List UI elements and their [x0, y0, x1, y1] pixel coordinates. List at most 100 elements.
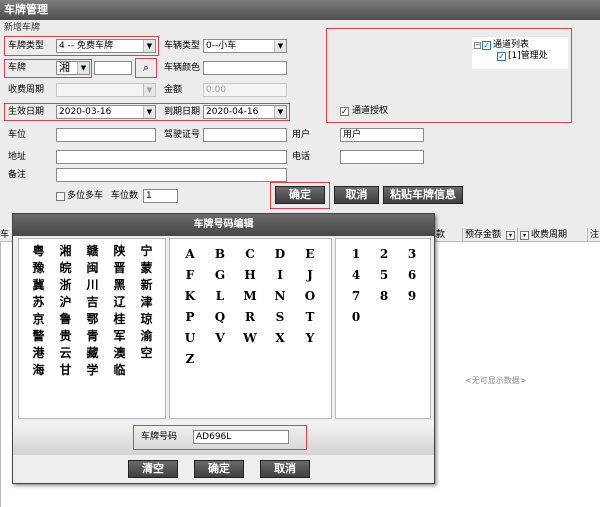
- province-key[interactable]: 晋: [106, 260, 133, 277]
- phone-input[interactable]: [340, 150, 424, 164]
- province-key[interactable]: 浙: [52, 277, 79, 294]
- province-key[interactable]: 京: [25, 311, 52, 328]
- digit-key[interactable]: 8: [370, 286, 398, 307]
- province-key[interactable]: 皖: [52, 260, 79, 277]
- digit-key[interactable]: 6: [398, 265, 426, 286]
- province-key[interactable]: 新: [133, 277, 160, 294]
- letter-key[interactable]: X: [265, 328, 295, 349]
- province-key[interactable]: 豫: [25, 260, 52, 277]
- province-key[interactable]: 贵: [52, 328, 79, 345]
- province-key[interactable]: 临: [106, 362, 133, 379]
- province-key[interactable]: 藏: [79, 345, 106, 362]
- province-key[interactable]: 青: [79, 328, 106, 345]
- province-key[interactable]: 闽: [79, 260, 106, 277]
- address-input[interactable]: [56, 150, 287, 164]
- province-key[interactable]: 渝: [133, 328, 160, 345]
- province-key[interactable]: 桂: [106, 311, 133, 328]
- province-key[interactable]: 沪: [52, 294, 79, 311]
- province-key[interactable]: 宁: [133, 243, 160, 260]
- province-key[interactable]: 云: [52, 345, 79, 362]
- vehicle-type-select[interactable]: 0--小车 ▼: [203, 39, 287, 53]
- letter-key[interactable]: H: [235, 265, 265, 286]
- letter-key[interactable]: U: [175, 328, 205, 349]
- province-key[interactable]: 津: [133, 294, 160, 311]
- digit-key[interactable]: 1: [342, 244, 370, 265]
- letter-key[interactable]: C: [235, 244, 265, 265]
- province-key[interactable]: 冀: [25, 277, 52, 294]
- letter-key[interactable]: B: [205, 244, 235, 265]
- province-key[interactable]: 吉: [79, 294, 106, 311]
- letter-key[interactable]: F: [175, 265, 205, 286]
- digit-key[interactable]: 5: [370, 265, 398, 286]
- letter-key[interactable]: D: [265, 244, 295, 265]
- letter-key[interactable]: N: [265, 286, 295, 307]
- province-key[interactable]: 蒙: [133, 260, 160, 277]
- tree-collapse-icon[interactable]: −: [474, 42, 481, 49]
- digit-key[interactable]: 4: [342, 265, 370, 286]
- letter-key[interactable]: O: [295, 286, 325, 307]
- dialog-cancel-button[interactable]: 取消: [260, 460, 310, 478]
- province-key[interactable]: 港: [25, 345, 52, 362]
- tree-child-checkbox[interactable]: ✓: [497, 52, 506, 61]
- letter-key[interactable]: K: [175, 286, 205, 307]
- filter-icon[interactable]: ▾: [520, 231, 529, 240]
- letter-key[interactable]: M: [235, 286, 265, 307]
- province-key[interactable]: 学: [79, 362, 106, 379]
- province-key[interactable]: 警: [25, 328, 52, 345]
- letter-key[interactable]: P: [175, 307, 205, 328]
- plate-type-select[interactable]: 4 -- 免费车牌 ▼: [56, 39, 156, 53]
- space-input[interactable]: [56, 128, 156, 142]
- province-key[interactable]: 苏: [25, 294, 52, 311]
- province-key[interactable]: 海: [25, 362, 52, 379]
- province-key[interactable]: 鄂: [79, 311, 106, 328]
- digit-key[interactable]: 7: [342, 286, 370, 307]
- confirm-button[interactable]: 确定: [275, 186, 325, 204]
- letter-key[interactable]: T: [295, 307, 325, 328]
- province-key[interactable]: 辽: [106, 294, 133, 311]
- letter-key[interactable]: I: [265, 265, 295, 286]
- province-key[interactable]: 陕: [106, 243, 133, 260]
- letter-key[interactable]: Y: [295, 328, 325, 349]
- multi-space-checkbox[interactable]: [56, 192, 65, 201]
- letter-key[interactable]: J: [295, 265, 325, 286]
- license-input[interactable]: [203, 128, 287, 142]
- dialog-clear-button[interactable]: 清空: [128, 460, 178, 478]
- letter-key[interactable]: A: [175, 244, 205, 265]
- plate-value-input[interactable]: AD696L: [193, 430, 289, 444]
- filter-icon[interactable]: ▾: [506, 231, 515, 240]
- amount-input[interactable]: 0.00: [203, 83, 287, 97]
- vehicle-color-input[interactable]: [203, 61, 287, 75]
- digit-key[interactable]: 0: [342, 307, 370, 328]
- binoculars-icon[interactable]: ⌕: [138, 61, 154, 75]
- province-key[interactable]: 鲁: [52, 311, 79, 328]
- province-key[interactable]: 赣: [79, 243, 106, 260]
- province-key[interactable]: 琼: [133, 311, 160, 328]
- province-key[interactable]: 湘: [52, 243, 79, 260]
- province-key[interactable]: 黑: [106, 277, 133, 294]
- province-key[interactable]: 空: [133, 345, 160, 362]
- letter-key[interactable]: Q: [205, 307, 235, 328]
- province-key[interactable]: 甘: [52, 362, 79, 379]
- space-count-input[interactable]: 1: [143, 189, 178, 203]
- digit-key[interactable]: 9: [398, 286, 426, 307]
- letter-key[interactable]: S: [265, 307, 295, 328]
- user-input[interactable]: 用户: [340, 128, 424, 142]
- letter-key[interactable]: W: [235, 328, 265, 349]
- grid-col-note[interactable]: 注: [587, 228, 600, 242]
- start-date-picker[interactable]: 2020-03-16 ▼: [56, 105, 156, 119]
- letter-key[interactable]: V: [205, 328, 235, 349]
- letter-key[interactable]: E: [295, 244, 325, 265]
- letter-key[interactable]: R: [235, 307, 265, 328]
- province-key[interactable]: 粤: [25, 243, 52, 260]
- plate-number-input[interactable]: [94, 61, 132, 75]
- cancel-button[interactable]: 取消: [334, 186, 379, 204]
- letter-key[interactable]: G: [205, 265, 235, 286]
- province-key[interactable]: 军: [106, 328, 133, 345]
- remark-input[interactable]: [56, 168, 287, 182]
- grid-col-prepaid[interactable]: 预存金额 ▾: [462, 228, 517, 242]
- grid-col-period[interactable]: ▾ 收费周期: [517, 228, 587, 242]
- charge-period-select[interactable]: ▼: [56, 83, 156, 97]
- letter-key[interactable]: L: [205, 286, 235, 307]
- digit-key[interactable]: 2: [370, 244, 398, 265]
- letter-key[interactable]: Z: [175, 349, 205, 370]
